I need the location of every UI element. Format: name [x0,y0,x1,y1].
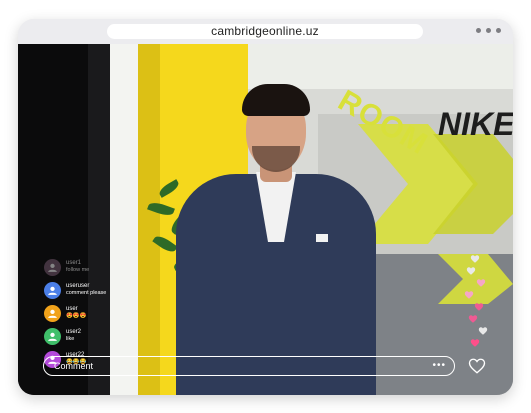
comment-username: user2 [66,329,82,335]
comment-text: like [66,336,75,342]
comment-item: user1 follow me [44,258,106,276]
comment-item: user 😍😍😍 [44,304,106,322]
yellow-wall-edge [138,44,160,395]
comment-username: useruser [66,283,90,289]
floating-heart-icon [466,267,476,275]
comment-username: user1 [66,260,82,266]
floating-hearts [462,254,492,354]
address-bar[interactable]: cambridgeonline.uz [107,24,423,39]
floating-heart-icon [476,279,486,287]
floating-heart-icon [470,339,480,347]
presenter [176,84,376,395]
comment-username: user [66,306,78,312]
floating-heart-icon [474,303,484,311]
user-avatar-icon[interactable] [44,281,61,299]
ceiling [248,44,513,89]
browser-titlebar: cambridgeonline.uz [18,19,513,44]
user-avatar-icon[interactable] [44,258,61,276]
menu-dot [486,28,491,33]
menu-dot [476,28,481,33]
browser-window: cambridgeonline.uz ROOM NIKE user1 follo… [18,19,513,395]
comment-input[interactable]: Comment ••• [43,356,455,376]
white-column [110,44,138,395]
floating-heart-icon [470,255,480,263]
comment-item: user2 like [44,327,106,345]
wall-text-nike: NIKE [438,106,513,142]
comment-placeholder: Comment [54,361,94,371]
pocket-square [316,234,328,242]
floating-heart-icon [478,327,488,335]
more-dots-icon[interactable]: ••• [432,360,446,371]
floating-heart-icon [464,291,474,299]
menu-dot [496,28,501,33]
user-avatar-icon[interactable] [44,327,61,345]
window-menu[interactable] [476,28,501,33]
live-video[interactable]: ROOM NIKE user1 follow me useruser comment … [18,44,513,395]
comment-text: 😍😍😍 [66,313,87,319]
hair [242,84,310,116]
comment-item: useruser comment please [44,281,106,299]
floating-heart-icon [468,315,478,323]
heart-icon[interactable] [468,357,486,375]
comment-text: follow me [66,267,90,273]
comment-text: comment please [66,290,107,296]
user-avatar-icon[interactable] [44,304,61,322]
